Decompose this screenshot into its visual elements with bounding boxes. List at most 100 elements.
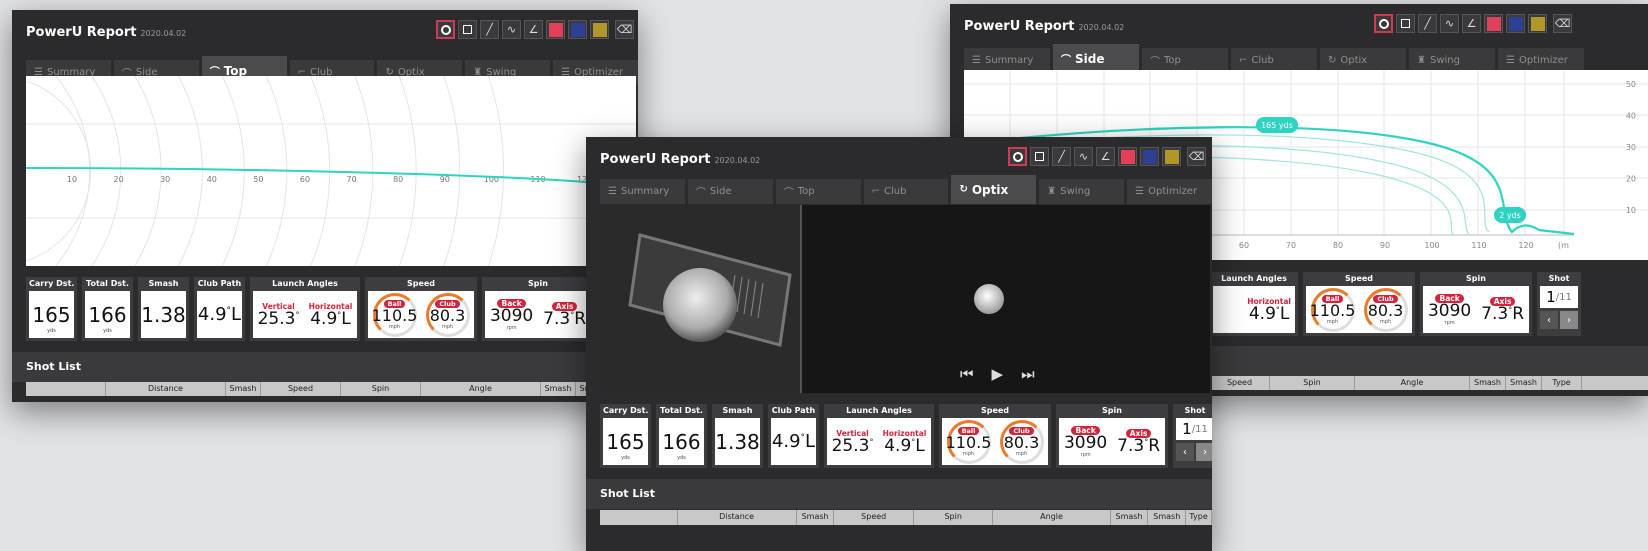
axis-value: 7.3°R <box>543 308 587 329</box>
curve-tool[interactable]: ∿ <box>1074 147 1093 166</box>
col-speed[interactable]: Speed <box>1210 376 1270 390</box>
col-smash-2[interactable]: Smash <box>1111 510 1149 525</box>
tab-side[interactable]: ⌒ Side <box>687 179 773 204</box>
circle-icon <box>440 24 451 35</box>
report-date: 2020.04.02 <box>140 29 187 38</box>
carry-label: Carry Dst. <box>29 279 75 288</box>
window-title: PowerU Report 2020.04.02 <box>600 152 761 167</box>
list-icon: ☰ <box>608 186 617 197</box>
angle-tool[interactable]: ∠ <box>1096 147 1115 166</box>
eraser-tool[interactable]: ⌫ <box>1553 14 1572 33</box>
tab-swing[interactable]: ♜ Swing <box>1039 179 1125 204</box>
col-angle[interactable]: Angle <box>1355 376 1470 390</box>
line-tool[interactable]: ╱ <box>1052 147 1071 166</box>
shot-counter: 1/11 <box>1540 286 1578 308</box>
angle-tool[interactable]: ∠ <box>1462 14 1481 33</box>
line-tool[interactable]: ╱ <box>480 20 499 39</box>
eraser-tool[interactable]: ⌫ <box>1187 147 1206 166</box>
gold-color-swatch[interactable] <box>1528 14 1547 33</box>
tab-side[interactable]: ⌒ Side <box>1053 44 1139 73</box>
shot-card: Shot 1/11 ‹ › <box>1173 404 1212 468</box>
tab-top[interactable]: ⌒ Top <box>775 179 861 204</box>
window-title: PowerU Report 2020.04.02 <box>964 19 1125 34</box>
col-smash-3[interactable]: Smash <box>1148 510 1187 525</box>
col-spin[interactable]: Spin <box>1270 376 1355 390</box>
blue-color-swatch[interactable] <box>1140 147 1159 166</box>
tab-club[interactable]: ⌐ Club <box>863 179 949 204</box>
carry-unit: yds <box>621 455 630 461</box>
red-color-swatch[interactable] <box>546 20 565 39</box>
col-blank <box>26 382 106 396</box>
ball-speed-unit: mph <box>962 450 975 457</box>
col-distance[interactable]: Distance <box>106 382 226 396</box>
col-type[interactable]: Type <box>1542 376 1582 390</box>
next-shot-button[interactable]: › <box>1196 443 1212 461</box>
red-color-swatch[interactable] <box>1118 147 1137 166</box>
gold-color-swatch[interactable] <box>590 20 609 39</box>
tab-optix[interactable]: ↻ Optix <box>951 175 1037 204</box>
optix-video-viewer[interactable]: ⏮ ▶ ⏭ <box>600 205 1210 393</box>
col-speed[interactable]: Speed <box>834 510 914 525</box>
ball-speed-gauge: Ball 110.5 mph <box>372 292 417 337</box>
club-icon: ⌐ <box>871 186 880 197</box>
club-path-value: 4.9°L <box>197 303 242 325</box>
rectangle-tool[interactable] <box>1396 14 1415 33</box>
col-smash[interactable]: Smash <box>1470 376 1506 390</box>
blue-swatch-icon <box>570 22 585 37</box>
curve-tool[interactable]: ∿ <box>1440 14 1459 33</box>
club-speed-value: 80.3 <box>1367 300 1404 320</box>
smash-label: Smash <box>722 406 753 415</box>
step-back-icon[interactable]: ⏮ <box>960 365 974 383</box>
col-spin[interactable]: Spin <box>914 510 994 525</box>
circle-icon <box>1378 18 1389 29</box>
swing-icon: ♜ <box>1417 55 1426 66</box>
ellipse-tool[interactable] <box>1008 147 1027 166</box>
top-view-plot[interactable]: 10 20 30 40 50 60 70 80 90 100 110 120 <box>26 76 636 266</box>
launch-label: Launch Angles <box>846 406 912 415</box>
axis-value: 7.3°R <box>1481 303 1525 324</box>
impact-camera-frames <box>600 205 1210 393</box>
x-axis-unit: (m <box>1558 241 1569 250</box>
col-smash[interactable]: Smash <box>226 382 261 396</box>
eraser-tool[interactable]: ⌫ <box>615 20 634 39</box>
shot-list-title: Shot List <box>26 360 81 373</box>
angle-tool[interactable]: ∠ <box>524 20 543 39</box>
ellipse-tool[interactable] <box>1374 14 1393 33</box>
col-distance[interactable]: Distance <box>678 510 797 525</box>
line-tool[interactable]: ╱ <box>1418 14 1437 33</box>
curve-tool[interactable]: ∿ <box>502 20 521 39</box>
line-icon: ╱ <box>1424 17 1431 30</box>
club-speed-unit: mph <box>1379 318 1392 325</box>
rectangle-tool[interactable] <box>1030 147 1049 166</box>
tab-optimizer[interactable]: ☰ Optimizer <box>1127 179 1212 204</box>
total-distance-card: Total Dst. 166 yds <box>656 404 707 468</box>
club-path-label: Club Path <box>197 279 242 288</box>
col-angle[interactable]: Angle <box>421 382 541 396</box>
speed-label: Speed <box>406 279 436 288</box>
col-angle[interactable]: Angle <box>993 510 1111 525</box>
col-smash[interactable]: Smash <box>797 510 835 525</box>
list-icon: ☰ <box>1506 55 1515 66</box>
col-smash-2[interactable]: Smash <box>541 382 576 396</box>
col-spin[interactable]: Spin <box>341 382 421 396</box>
shot-list-columns: Distance Smash Speed Spin Angle Smash Sm… <box>26 382 638 396</box>
col-type[interactable]: Type <box>1186 510 1212 525</box>
col-speed[interactable]: Speed <box>261 382 341 396</box>
play-icon[interactable]: ▶ <box>992 365 1004 383</box>
tab-summary[interactable]: ☰ Summary <box>600 179 685 204</box>
rectangle-tool[interactable] <box>458 20 477 39</box>
col-smash-2[interactable]: Smash <box>1506 376 1542 390</box>
prev-shot-button[interactable]: ‹ <box>1540 311 1558 329</box>
blue-color-swatch[interactable] <box>568 20 587 39</box>
rotate-icon: ↻ <box>1328 55 1337 66</box>
blue-color-swatch[interactable] <box>1506 14 1525 33</box>
ellipse-tool[interactable] <box>436 20 455 39</box>
gold-color-swatch[interactable] <box>1162 147 1181 166</box>
ball-speed-gauge: Ball 110.5 mph <box>946 419 991 464</box>
next-shot-button[interactable]: › <box>1560 311 1578 329</box>
step-forward-icon[interactable]: ⏭ <box>1021 365 1035 383</box>
red-color-swatch[interactable] <box>1484 14 1503 33</box>
shot-label: Shot <box>1548 274 1570 283</box>
prev-shot-button[interactable]: ‹ <box>1176 443 1194 461</box>
distance-tick-label: 40 <box>207 175 217 184</box>
